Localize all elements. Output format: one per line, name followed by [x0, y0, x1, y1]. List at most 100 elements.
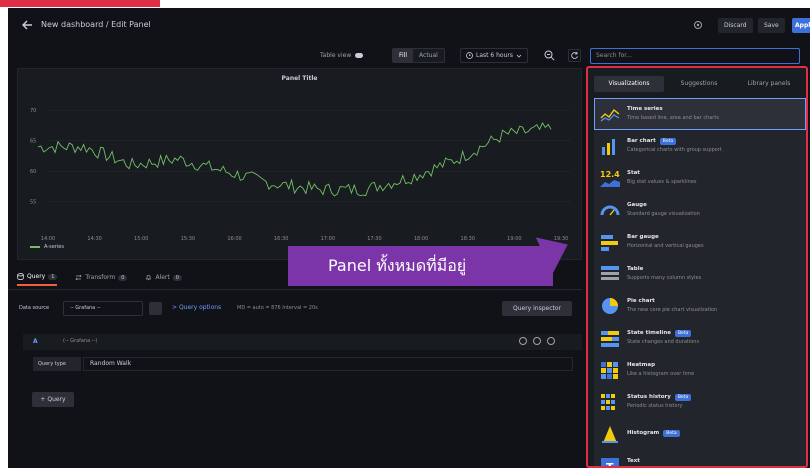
- add-query-button[interactable]: + Query: [32, 392, 74, 407]
- state-timeline-icon: [599, 327, 621, 349]
- table-icon: [599, 263, 621, 285]
- x-tick-label: 19:00: [507, 236, 521, 242]
- search-input[interactable]: Search for...: [590, 48, 800, 64]
- vis-item-name: State timeline Beta: [627, 330, 692, 337]
- vis-item-name: Heatmap: [627, 362, 656, 368]
- query-tabs: Query 1 Transform 0 Alert 0: [17, 273, 182, 286]
- bar-gauge-icon: [599, 231, 621, 253]
- vis-item-text[interactable]: TTextSupports markdown and html content: [594, 450, 806, 466]
- pie-chart-icon: [599, 295, 621, 317]
- legend-label[interactable]: A-series: [44, 244, 64, 250]
- vis-item-gauge[interactable]: Gauge Standard gauge visualization: [594, 194, 806, 226]
- visualization-tabs: Visualizations Suggestions Library panel…: [594, 76, 804, 92]
- tab-suggestions[interactable]: Suggestions: [664, 76, 734, 92]
- tab-query[interactable]: Query 1: [17, 273, 58, 286]
- x-tick-label: 17:30: [367, 236, 381, 242]
- vis-item-histogram[interactable]: Histogram Beta: [594, 418, 806, 450]
- query-options-detail: MD = auto = 876 Interval = 20s: [237, 305, 318, 311]
- query-a-header[interactable]: A (-- Grafana --): [23, 334, 582, 350]
- tab-library-panels[interactable]: Library panels: [734, 76, 804, 92]
- vis-item-bar-chart[interactable]: Bar chart Beta Categorical charts with gro…: [594, 130, 806, 162]
- x-tick-label: 18:30: [461, 236, 475, 242]
- vis-item-desc: State changes and durations: [627, 339, 700, 345]
- series-line: [37, 122, 552, 197]
- x-tick-label: 16:00: [227, 236, 241, 242]
- tab-visualizations[interactable]: Visualizations: [594, 76, 664, 92]
- beta-badge: Beta: [663, 430, 680, 437]
- x-tick-label: 14:30: [87, 236, 101, 242]
- vis-item-name: Pie chart: [627, 298, 655, 304]
- chart-legend: A-series: [30, 244, 64, 250]
- tab-alert-count: 0: [172, 274, 182, 281]
- query-letter: A: [33, 338, 38, 345]
- legend-swatch: [30, 246, 40, 248]
- eye-icon[interactable]: [533, 337, 541, 345]
- x-tick-label: 18:00: [414, 236, 428, 242]
- vis-item-name: Time series: [627, 106, 663, 112]
- time-series-icon: [599, 103, 621, 125]
- tab-alert-label: Alert: [155, 274, 170, 281]
- save-button[interactable]: Save: [758, 18, 785, 33]
- vis-item-name: Table: [627, 266, 644, 272]
- query-options-label: Query options: [178, 304, 222, 311]
- tab-transform[interactable]: Transform 0: [75, 273, 128, 286]
- vis-item-name: Bar gauge: [627, 234, 659, 240]
- vis-item-name: Histogram Beta: [627, 430, 680, 437]
- vis-item-desc: Horizontal and vertical gauges: [627, 243, 704, 249]
- vis-item-time-series[interactable]: Time series Time based line, area and bar…: [594, 98, 806, 130]
- datasource-label: Data source: [19, 305, 50, 311]
- vis-item-desc: Standard gauge visualization: [627, 211, 700, 217]
- gear-icon[interactable]: [692, 19, 704, 31]
- text-icon: T: [599, 455, 621, 466]
- tab-transform-label: Transform: [85, 274, 116, 281]
- heatmap-icon: [599, 359, 621, 381]
- vis-item-desc: The new core pie chart visualization: [627, 307, 718, 313]
- tab-query-label: Query: [27, 273, 46, 280]
- time-series-chart: 55 60 65 70 14:00 14:30 15:00 15:30 16:00 16:30 17…: [30, 108, 571, 242]
- query-datasource: (-- Grafana --): [63, 338, 98, 344]
- datasource-picker[interactable]: -- Grafana --: [63, 301, 143, 316]
- gauge-icon: [599, 199, 621, 221]
- beta-badge: Beta: [659, 138, 677, 145]
- query-options-row: Data source -- Grafana -- > Query option…: [17, 299, 582, 319]
- tab-alert[interactable]: Alert 0: [145, 273, 182, 286]
- x-tick-label: 16:30: [274, 236, 288, 242]
- query-options-button[interactable]: > Query options: [172, 304, 221, 311]
- callout-annotation: Panel ทั้งหมดที่มีอยู่: [288, 246, 553, 286]
- trash-icon[interactable]: [547, 337, 555, 345]
- bar-chart-icon: [599, 135, 621, 157]
- apply-button[interactable]: Apply: [792, 18, 810, 33]
- vis-item-table[interactable]: Table Supports many column styles: [594, 258, 806, 290]
- vis-item-stat[interactable]: 12.4 Stat Big stat values & sparklines: [594, 162, 806, 194]
- x-tick-label: 15:30: [181, 236, 195, 242]
- red-highlight-strip: [0, 0, 160, 7]
- discard-button[interactable]: Discard: [718, 18, 753, 33]
- x-tick-label: 14:00: [41, 236, 55, 242]
- datasource-help-icon[interactable]: [149, 302, 162, 315]
- bell-icon: [146, 275, 152, 281]
- tab-transform-count: 0: [118, 274, 128, 281]
- query-type-select[interactable]: Random Walk: [83, 357, 573, 371]
- vis-item-bar-gauge[interactable]: Bar gauge Horizontal and vertical gauges: [594, 226, 806, 258]
- tab-query-count: 1: [48, 273, 58, 280]
- vis-item-desc: Categorical charts with group support: [627, 147, 722, 153]
- stat-icon: 12.4: [599, 167, 621, 189]
- tabs-divider: [8, 289, 582, 290]
- vis-item-desc: Periodic status history: [627, 403, 683, 409]
- svg-text:12.4: 12.4: [600, 170, 620, 179]
- help-icon[interactable]: [519, 337, 527, 345]
- vis-item-desc: Supports many column styles: [627, 275, 702, 281]
- query-inspector-button[interactable]: Query inspector: [502, 301, 572, 316]
- vis-item-desc: Like a histogram over time: [627, 371, 695, 377]
- visualization-list: Time series Time based line, area and bar…: [594, 98, 806, 466]
- transform-icon: [75, 274, 82, 281]
- status-history-icon: [599, 391, 621, 413]
- vis-item-state-timeline[interactable]: State timeline Beta State changes and dura…: [594, 322, 806, 354]
- vis-item-status-history[interactable]: Status history Beta Periodic status histor…: [594, 386, 806, 418]
- vis-item-heatmap[interactable]: Heatmap Like a histogram over time: [594, 354, 806, 386]
- histogram-icon: [599, 423, 621, 445]
- vis-item-pie-chart[interactable]: Pie chart The new core pie chart visualiz…: [594, 290, 806, 322]
- vis-item-name: Gauge: [627, 202, 647, 208]
- vis-item-name: Status history Beta: [627, 394, 692, 401]
- vis-item-name: Text: [627, 458, 640, 464]
